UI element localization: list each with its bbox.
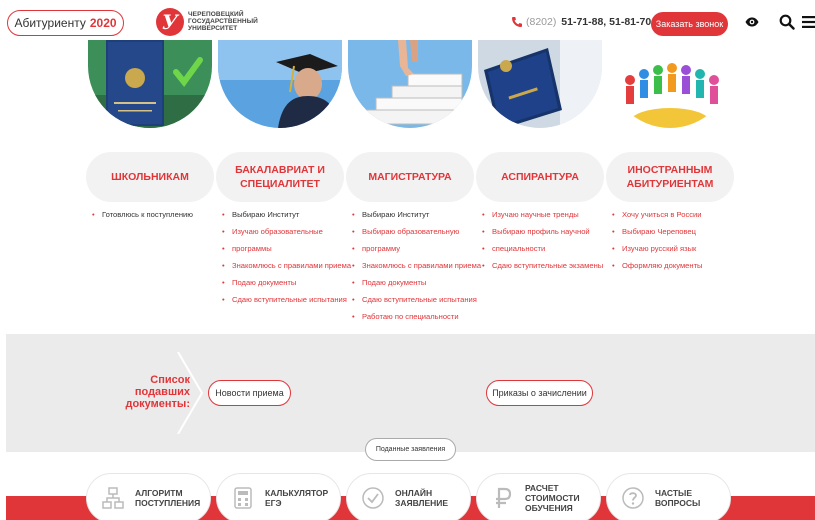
- category-links: Готовлюсь к поступлению: [92, 206, 226, 223]
- calculator-icon: [234, 487, 252, 509]
- question-circle-icon: [622, 487, 644, 509]
- category-title[interactable]: Магистратура: [346, 152, 474, 202]
- category-title-line: абитуриентам: [626, 178, 714, 190]
- admission-algorithm-button[interactable]: Алгоритм поступления: [86, 473, 211, 520]
- attestat-image: [88, 40, 212, 128]
- category-link[interactable]: Сдаю вступительные испытания: [352, 291, 486, 308]
- flowchart-icon: [102, 487, 124, 509]
- university-name-line: университет: [188, 25, 238, 32]
- chevron-divider-icon: [177, 352, 204, 434]
- category-title-line: Магистратура: [368, 171, 452, 183]
- university-logo[interactable]: У: [156, 8, 184, 36]
- action-label-line: Расчет: [525, 483, 559, 493]
- phone-icon: [512, 17, 522, 27]
- phone-numbers[interactable]: (8202) 51-71-88, 51-81-70: [526, 16, 651, 28]
- action-label-line: вопросы: [655, 498, 701, 508]
- action-label-line: Алгоритм: [135, 488, 183, 498]
- category-link[interactable]: Изучаю русский язык: [612, 240, 746, 257]
- check-circle-icon: [362, 487, 384, 509]
- category-links: Изучаю научные тренды Выбираю профиль на…: [482, 206, 616, 274]
- category-link[interactable]: Подаю документы: [352, 274, 486, 291]
- category-link[interactable]: Хочу учиться в России: [612, 206, 746, 223]
- online-application-button[interactable]: Онлайн заявление: [346, 473, 471, 520]
- category-title[interactable]: Бакалавриат и специалитет: [216, 152, 344, 202]
- category-link[interactable]: Знакомлюсь с правилами приема: [352, 257, 486, 274]
- enrollment-orders-button[interactable]: Приказы о зачислении: [486, 380, 593, 406]
- abiturient-button[interactable]: Абитуриенту 2020: [7, 10, 124, 36]
- order-call-button[interactable]: Заказать звонок: [651, 12, 728, 36]
- category-link[interactable]: Выбираю Институт: [352, 206, 486, 223]
- category-title-line: Иностранным: [627, 164, 713, 176]
- abiturient-label: Абитуриенту: [14, 16, 86, 30]
- category-link[interactable]: Изучаю образовательные: [222, 223, 356, 240]
- category-link[interactable]: Готовлюсь к поступлению: [92, 206, 226, 223]
- menu-icon[interactable]: [802, 16, 815, 28]
- ruble-icon: [496, 487, 512, 508]
- category-title-line: Школьникам: [111, 171, 189, 183]
- action-label-line: заявление: [395, 498, 449, 508]
- people-circle-image: [608, 40, 732, 128]
- action-label-line: ЕГЭ: [265, 498, 282, 508]
- category-title[interactable]: Иностранным абитуриентам: [606, 152, 734, 202]
- category-link[interactable]: Работаю по специальности: [352, 308, 486, 325]
- submitted-documents-section: Список подавших документы: Новости прием…: [6, 334, 815, 452]
- quick-actions-section: Алгоритм поступления Калькулятор ЕГЭ Онл…: [0, 452, 815, 520]
- phone-code: (8202): [526, 16, 557, 28]
- category-title[interactable]: Школьникам: [86, 152, 214, 202]
- category-title[interactable]: Аспирантура: [476, 152, 604, 202]
- category-link[interactable]: Сдаю вступительные испытания: [222, 291, 356, 308]
- action-label-line: Частые: [655, 488, 693, 498]
- university-name-line: государственный: [188, 18, 258, 25]
- abiturient-year: 2020: [89, 16, 117, 30]
- phone-value: 51-71-88, 51-81-70: [561, 16, 652, 28]
- category-link[interactable]: Знакомлюсь с правилами приема: [222, 257, 356, 274]
- category-title-line: специалитет: [240, 178, 320, 190]
- category-title-line: Бакалавриат и: [235, 164, 325, 176]
- university-name-line: Череповецкий: [188, 11, 244, 18]
- category-title-line: Аспирантура: [501, 171, 579, 183]
- category-link[interactable]: Сдаю вступительные экзамены: [482, 257, 616, 274]
- graduate-image: [218, 40, 342, 128]
- category-link-continuation[interactable]: специальности: [482, 240, 616, 257]
- category-link[interactable]: Выбираю Институт: [222, 206, 356, 223]
- category-link[interactable]: Изучаю научные тренды: [482, 206, 616, 223]
- eye-icon[interactable]: [745, 17, 759, 27]
- category-link[interactable]: Выбираю профиль научной: [482, 223, 616, 240]
- tuition-cost-button[interactable]: Расчет стоимости обучения: [476, 473, 601, 520]
- action-label-line: стоимости: [525, 493, 580, 503]
- category-links: Хочу учиться в России Выбираю Череповец …: [612, 206, 746, 274]
- action-label-line: Онлайн: [395, 488, 433, 498]
- action-label-line: поступления: [135, 498, 201, 508]
- category-link-continuation[interactable]: программы: [222, 240, 356, 257]
- admission-news-button[interactable]: Новости приема: [208, 380, 291, 406]
- category-link[interactable]: Подаю документы: [222, 274, 356, 291]
- category-link[interactable]: Выбираю образовательную: [352, 223, 486, 240]
- category-link[interactable]: Выбираю Череповец: [612, 223, 746, 240]
- category-link[interactable]: Оформляю документы: [612, 257, 746, 274]
- ege-calculator-button[interactable]: Калькулятор ЕГЭ: [216, 473, 341, 520]
- action-label-line: Калькулятор: [265, 488, 329, 498]
- category-links: Выбираю Институт Изучаю образовательные …: [222, 206, 356, 308]
- action-label-line: обучения: [525, 503, 573, 513]
- faq-button[interactable]: Частые вопросы: [606, 473, 731, 520]
- university-name[interactable]: Череповецкий государственный университет: [188, 11, 258, 32]
- search-icon[interactable]: [779, 14, 795, 30]
- category-links: Выбираю Институт Выбираю образовательную…: [352, 206, 486, 325]
- book-stairs-image: [348, 40, 472, 128]
- categories-section: Школьникам Готовлюсь к поступлению Бакал…: [0, 40, 815, 334]
- diploma-image: [478, 40, 602, 128]
- category-link-continuation[interactable]: программу: [352, 240, 486, 257]
